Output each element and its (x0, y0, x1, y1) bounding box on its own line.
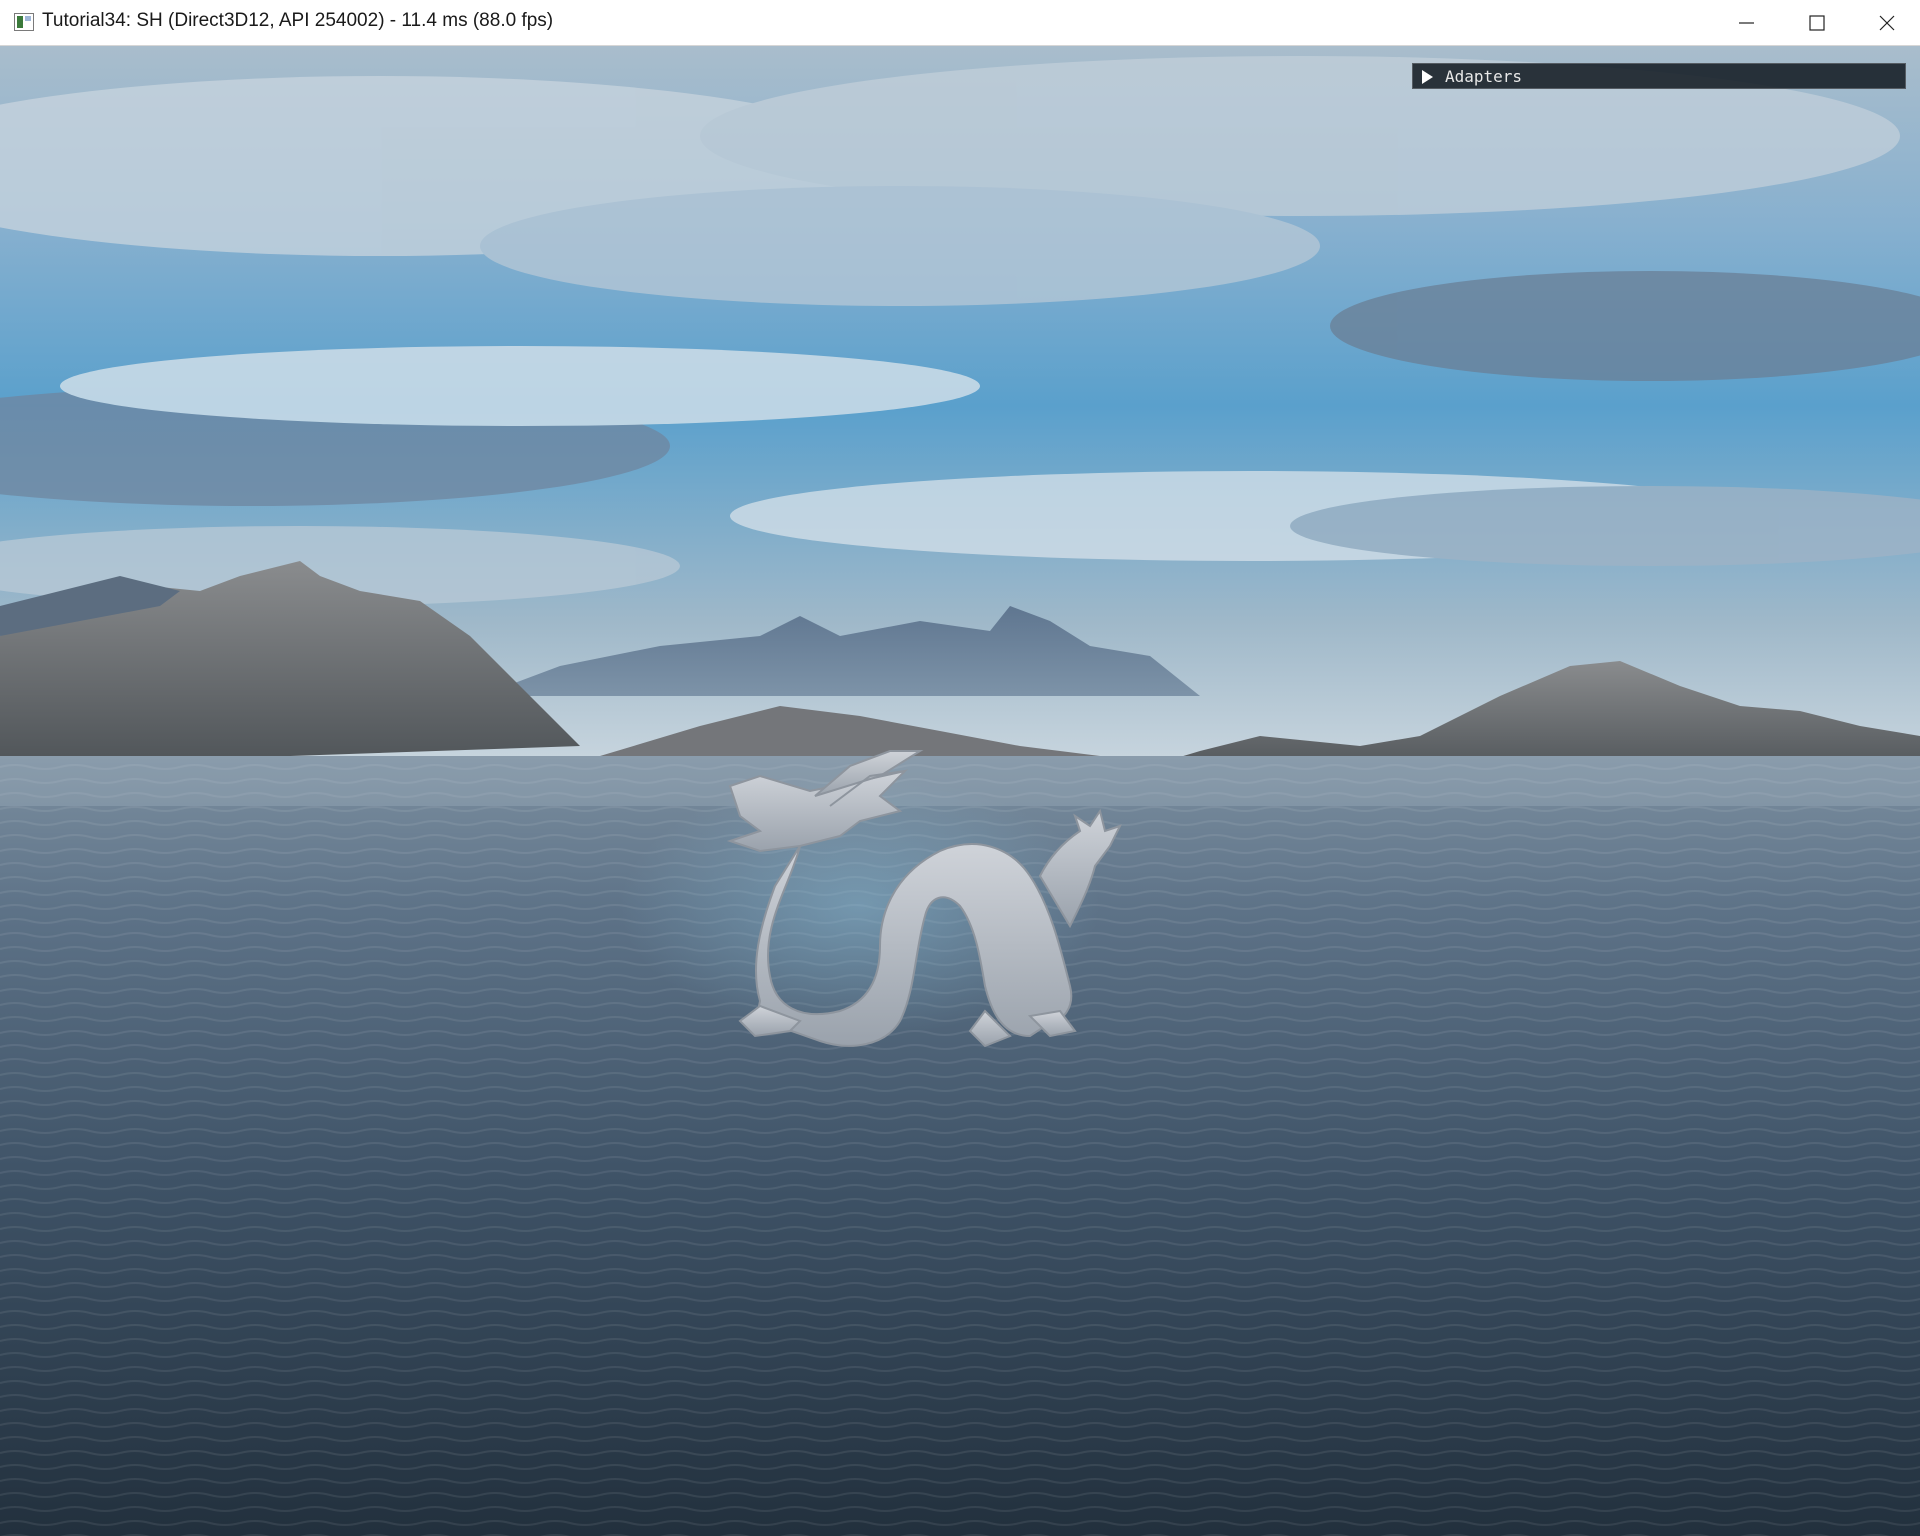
adapters-panel-header[interactable]: Adapters (1412, 63, 1906, 89)
render-viewport[interactable]: Adapters (0, 46, 1920, 1536)
maximize-icon (1809, 15, 1825, 31)
maximize-button[interactable] (1782, 0, 1852, 46)
adapters-label: Adapters (1445, 67, 1523, 86)
window-title: Tutorial34: SH (Direct3D12, API 254002) … (42, 10, 554, 31)
close-icon (1879, 15, 1895, 31)
app-window: Tutorial34: SH (Direct3D12, API 254002) … (0, 0, 1920, 1536)
title-bar[interactable]: Tutorial34: SH (Direct3D12, API 254002) … (0, 0, 1920, 46)
minimize-button[interactable] (1712, 0, 1782, 46)
minimize-icon (1739, 22, 1754, 24)
close-button[interactable] (1852, 0, 1920, 46)
rendered-scene (0, 46, 1920, 1536)
triangle-right-icon (1422, 70, 1433, 84)
window-app-icon (14, 13, 34, 31)
